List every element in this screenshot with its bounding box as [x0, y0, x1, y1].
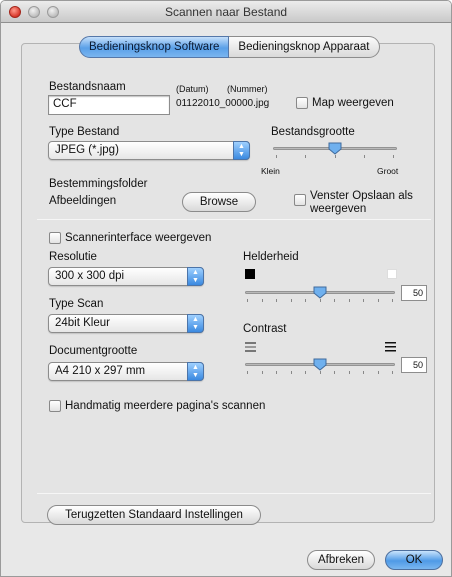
scan-type-label: Type Scan — [49, 298, 104, 310]
dark-icon — [245, 269, 255, 279]
contrast-slider-thumb[interactable] — [313, 358, 327, 371]
scan-to-file-dialog: Scannen naar Bestand Bedieningsknop Soft… — [0, 0, 452, 577]
save-as-dialog-checkbox[interactable] — [294, 194, 306, 206]
cancel-button[interactable]: Afbreken — [307, 550, 375, 570]
ok-button[interactable]: OK — [385, 550, 443, 570]
destination-folder-label: Bestemmingsfolder — [49, 178, 148, 190]
number-label: (Nummer) — [227, 84, 268, 94]
window-title: Scannen naar Bestand — [164, 5, 288, 19]
file-type-label: Type Bestand — [49, 126, 120, 138]
file-type-select[interactable]: JPEG (*.jpg) ▲ ▼ — [48, 141, 250, 160]
scanner-interface-label: Scannerinterface weergeven — [65, 232, 212, 244]
save-as-dialog-label-line2: weergeven — [310, 203, 367, 215]
file-name-label: Bestandsnaam — [49, 81, 126, 93]
file-size-ticks — [276, 155, 394, 159]
tick — [377, 371, 379, 374]
browse-button[interactable]: Browse — [182, 192, 256, 212]
tick — [363, 371, 364, 374]
resolution-value: 300 x 300 dpi — [55, 270, 125, 282]
tick — [392, 371, 393, 374]
high-contrast-icon — [385, 342, 396, 352]
tick — [305, 371, 306, 374]
popup-arrows-icon: ▲ ▼ — [187, 362, 204, 381]
document-size-value: A4 210 x 297 mm — [55, 365, 146, 377]
tick — [276, 155, 277, 158]
tick — [261, 299, 263, 302]
tick — [276, 371, 277, 374]
show-folder-label: Map weergeven — [312, 97, 394, 109]
resolution-select[interactable]: 300 x 300 dpi ▲ ▼ — [48, 267, 204, 286]
tick — [319, 371, 321, 374]
tick — [334, 155, 336, 158]
tab-bar: Bedieningsknop Software Bedieningsknop A… — [79, 36, 380, 58]
scan-type-select[interactable]: 24bit Kleur ▲ ▼ — [48, 314, 204, 333]
contrast-label: Contrast — [243, 323, 287, 335]
brightness-value-field[interactable]: 50 — [401, 285, 427, 301]
tick — [261, 371, 263, 374]
show-folder-checkbox[interactable] — [296, 97, 308, 109]
brightness-slider-thumb[interactable] — [313, 286, 327, 299]
tick — [334, 299, 335, 302]
tick — [348, 299, 350, 302]
brightness-ticks — [247, 299, 393, 303]
contrast-ticks — [247, 371, 393, 375]
tick — [377, 299, 379, 302]
file-size-label: Bestandsgrootte — [271, 126, 355, 138]
title-bar[interactable]: Scannen naar Bestand — [1, 1, 451, 23]
tick — [305, 155, 307, 158]
tick — [363, 155, 365, 158]
brightness-label: Helderheid — [243, 251, 299, 263]
scan-type-value: 24bit Kleur — [55, 317, 110, 329]
tick — [290, 371, 292, 374]
tab-software-button[interactable]: Bedieningsknop Software — [79, 36, 230, 58]
scanner-interface-checkbox[interactable] — [49, 232, 61, 244]
section-divider — [37, 219, 431, 220]
reset-defaults-button[interactable]: Terugzetten Standaard Instellingen — [47, 505, 261, 525]
file-size-max-label: Groot — [377, 166, 399, 176]
tick — [319, 299, 321, 302]
save-as-dialog-label: Venster Opslaan als weergeven — [310, 190, 413, 216]
light-icon — [387, 269, 397, 279]
popup-arrows-icon: ▲ ▼ — [187, 314, 204, 333]
manual-multi-page-label: Handmatig meerdere pagina's scannen — [65, 400, 266, 412]
tick — [393, 155, 394, 158]
low-contrast-icon — [245, 342, 256, 352]
file-name-input[interactable]: CCF — [48, 95, 170, 115]
tick — [305, 299, 306, 302]
document-size-select[interactable]: A4 210 x 297 mm ▲ ▼ — [48, 362, 204, 381]
save-as-dialog-label-line1: Venster Opslaan als — [310, 190, 413, 202]
tick — [276, 299, 277, 302]
file-size-slider-thumb[interactable] — [328, 142, 342, 155]
date-label: (Datum) — [176, 84, 209, 94]
generated-file-name: 01122010_00000.jpg — [176, 98, 270, 109]
tick — [290, 299, 292, 302]
tick — [363, 299, 364, 302]
tab-device-button[interactable]: Bedieningsknop Apparaat — [229, 36, 380, 58]
tick — [392, 299, 393, 302]
resolution-label: Resolutie — [49, 251, 97, 263]
destination-folder-value: Afbeeldingen — [49, 195, 117, 207]
footer-divider — [37, 493, 431, 494]
file-size-min-label: Klein — [261, 166, 280, 176]
popup-arrows-icon: ▲ ▼ — [233, 141, 250, 160]
tick — [247, 371, 248, 374]
popup-arrows-icon: ▲ ▼ — [187, 267, 204, 286]
document-size-label: Documentgrootte — [49, 345, 138, 357]
manual-multi-page-checkbox[interactable] — [49, 400, 61, 412]
file-type-value: JPEG (*.jpg) — [55, 144, 119, 156]
tick — [348, 371, 350, 374]
tick — [247, 299, 248, 302]
contrast-value-field[interactable]: 50 — [401, 357, 427, 373]
tick — [334, 371, 335, 374]
